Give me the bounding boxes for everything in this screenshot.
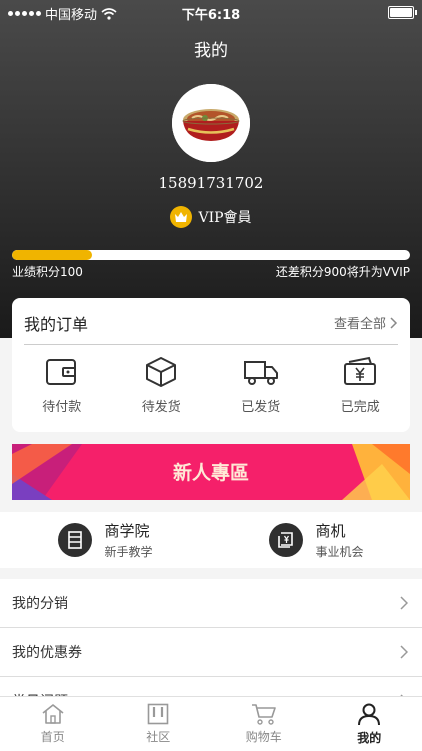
order-pending-shipment[interactable]: 待发货 (112, 356, 212, 415)
wallet-icon (45, 356, 79, 388)
tab-community[interactable]: 社区 (106, 697, 212, 751)
current-score: 业绩积分100 (12, 263, 83, 280)
tab-bar: 首页 社区 购物车 我的 (0, 696, 422, 751)
view-all-label: 查看全部 (334, 313, 386, 332)
order-item-label: 已发货 (241, 396, 280, 415)
orders-card: 我的订单 查看全部 待付款 待发货 已发货 已完成 (12, 298, 410, 432)
menu-item-coupons[interactable]: 我的优惠券 (0, 628, 422, 677)
chevron-right-icon (400, 596, 408, 610)
vip-label: VIP會員 (198, 207, 251, 227)
order-pending-payment[interactable]: 待付款 (12, 356, 112, 415)
orders-title: 我的订单 (24, 311, 88, 335)
community-icon (147, 703, 169, 725)
menu-item-label: 我的优惠券 (12, 642, 82, 662)
book-icon (58, 523, 92, 557)
feature-title: 商学院 (104, 520, 152, 541)
feature-subtitle: 新手教学 (104, 543, 152, 560)
clock: 下午6:18 (0, 4, 422, 23)
banner-text: 新人專區 (173, 461, 249, 484)
user-icon (357, 702, 381, 726)
feature-row: 商学院 新手教学 商机 事业机会 (0, 512, 422, 568)
status-bar: 中国移动 下午6:18 (0, 0, 422, 24)
tab-cart[interactable]: 购物车 (211, 697, 317, 751)
menu-item-label: 我的分销 (12, 593, 68, 613)
page-title: 我的 (0, 36, 422, 61)
new-user-banner[interactable]: 新人專區 (12, 444, 410, 500)
user-phone: 15891731702 (0, 174, 422, 192)
home-icon (41, 703, 65, 725)
order-item-label: 已完成 (341, 396, 380, 415)
cart-icon (251, 703, 277, 725)
tab-label: 首页 (41, 728, 65, 745)
battery-icon (388, 6, 414, 19)
tab-mine[interactable]: 我的 (317, 697, 422, 751)
truck-icon (243, 356, 279, 388)
noodle-bowl-image (172, 84, 250, 162)
divider (24, 344, 398, 345)
tab-label: 购物车 (246, 728, 282, 745)
feature-subtitle: 事业机会 (315, 543, 363, 560)
vip-badge: VIP會員 (0, 206, 422, 228)
package-icon (144, 356, 178, 388)
opportunity-icon (269, 523, 303, 557)
crown-icon (170, 206, 192, 228)
score-progress-fill (12, 250, 92, 260)
view-all-orders-link[interactable]: 查看全部 (334, 313, 398, 332)
chevron-right-icon (400, 645, 408, 659)
order-item-label: 待发货 (142, 396, 181, 415)
upgrade-hint: 还差积分900将升为VVIP (276, 263, 410, 280)
tab-home[interactable]: 首页 (0, 697, 106, 751)
tab-label: 社区 (146, 728, 170, 745)
order-shipped[interactable]: 已发货 (211, 356, 311, 415)
opportunity-entry[interactable]: 商机 事业机会 (211, 512, 422, 568)
tab-label: 我的 (357, 729, 381, 746)
chevron-right-icon (390, 317, 398, 329)
feature-title: 商机 (315, 520, 363, 541)
order-item-label: 待付款 (42, 396, 81, 415)
avatar[interactable] (172, 84, 250, 162)
menu-item-distribution[interactable]: 我的分销 (0, 579, 422, 628)
yen-card-icon (343, 356, 377, 388)
order-completed[interactable]: 已完成 (311, 356, 411, 415)
score-progress-bar (12, 250, 410, 260)
banner-art: 新人專區 (12, 444, 410, 500)
business-school-entry[interactable]: 商学院 新手教学 (0, 512, 211, 568)
